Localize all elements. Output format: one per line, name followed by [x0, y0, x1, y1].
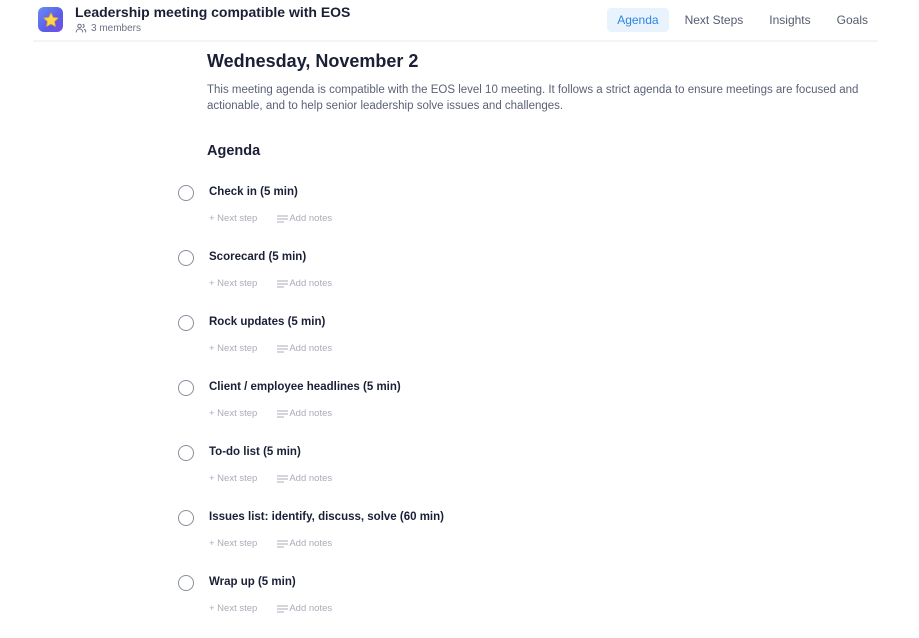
- add-next-step-button[interactable]: + Next step: [209, 538, 257, 549]
- agenda-item: Check in (5 min) + Next step Add notes: [178, 183, 778, 248]
- agenda-item-actions: + Next step Add notes: [209, 473, 332, 484]
- meeting-description: This meeting agenda is compatible with t…: [207, 84, 859, 112]
- add-notes-label: Add notes: [289, 213, 333, 224]
- agenda-item: Wrap up (5 min) + Next step Add notes: [178, 573, 778, 638]
- add-notes-button[interactable]: Add notes: [277, 538, 332, 549]
- add-notes-label: Add notes: [289, 603, 333, 614]
- agenda-item-actions: + Next step Add notes: [209, 538, 332, 549]
- agenda-item-title[interactable]: Scorecard (5 min): [209, 251, 306, 263]
- agenda-item-title[interactable]: To-do list (5 min): [209, 446, 301, 458]
- add-notes-button[interactable]: Add notes: [277, 278, 332, 289]
- tab-insights[interactable]: Insights: [759, 8, 820, 32]
- members-count[interactable]: 3 members: [75, 22, 141, 34]
- agenda-item-checkbox[interactable]: [178, 380, 194, 396]
- agenda-item-actions: + Next step Add notes: [209, 603, 332, 614]
- agenda-item-actions: + Next step Add notes: [209, 343, 332, 354]
- add-next-step-button[interactable]: + Next step: [209, 473, 257, 484]
- agenda-item: To-do list (5 min) + Next step Add notes: [178, 443, 778, 508]
- add-next-step-button[interactable]: + Next step: [209, 408, 257, 419]
- agenda-item-actions: + Next step Add notes: [209, 278, 332, 289]
- add-next-step-button[interactable]: + Next step: [209, 213, 257, 224]
- add-next-step-button[interactable]: + Next step: [209, 278, 257, 289]
- notes-lines-icon: [277, 344, 289, 353]
- agenda-item-checkbox[interactable]: [178, 315, 194, 331]
- star-icon: [43, 12, 58, 27]
- notes-lines-icon: [277, 214, 289, 223]
- agenda-item: Rock updates (5 min) + Next step Add not…: [178, 313, 778, 378]
- agenda-item-title[interactable]: Client / employee headlines (5 min): [209, 381, 401, 393]
- add-notes-label: Add notes: [289, 473, 333, 484]
- tab-goals[interactable]: Goals: [827, 8, 878, 32]
- add-notes-button[interactable]: Add notes: [277, 213, 332, 224]
- agenda-item: Client / employee headlines (5 min) + Ne…: [178, 378, 778, 443]
- tab-agenda[interactable]: Agenda: [607, 8, 669, 32]
- add-next-step-button[interactable]: + Next step: [209, 603, 257, 614]
- agenda-item-checkbox[interactable]: [178, 185, 194, 201]
- meeting-title: Leadership meeting compatible with EOS: [75, 4, 351, 20]
- add-notes-label: Add notes: [289, 343, 333, 354]
- add-notes-label: Add notes: [289, 408, 333, 419]
- tab-next-steps[interactable]: Next Steps: [675, 8, 754, 32]
- users-icon: [75, 23, 87, 33]
- agenda-heading: Agenda: [207, 143, 261, 159]
- agenda-item-checkbox[interactable]: [178, 250, 194, 266]
- agenda-list: Check in (5 min) + Next step Add notes S…: [178, 183, 778, 638]
- notes-lines-icon: [277, 604, 289, 613]
- agenda-item-title[interactable]: Check in (5 min): [209, 186, 298, 198]
- header-bar: Leadership meeting compatible with EOS 3…: [33, 0, 878, 42]
- add-notes-label: Add notes: [289, 278, 333, 289]
- agenda-item-title[interactable]: Wrap up (5 min): [209, 576, 296, 588]
- add-notes-label: Add notes: [289, 538, 333, 549]
- agenda-item: Scorecard (5 min) + Next step Add notes: [178, 248, 778, 313]
- meeting-content: Wednesday, November 2 This meeting agend…: [207, 50, 867, 114]
- agenda-item-title[interactable]: Issues list: identify, discuss, solve (6…: [209, 511, 444, 523]
- agenda-item-checkbox[interactable]: [178, 510, 194, 526]
- agenda-item-title[interactable]: Rock updates (5 min): [209, 316, 325, 328]
- tab-bar: Agenda Next Steps Insights Goals: [601, 8, 878, 32]
- agenda-item-actions: + Next step Add notes: [209, 408, 332, 419]
- add-notes-button[interactable]: Add notes: [277, 343, 332, 354]
- app-icon: [38, 7, 63, 32]
- add-notes-button[interactable]: Add notes: [277, 473, 332, 484]
- add-notes-button[interactable]: Add notes: [277, 408, 332, 419]
- agenda-item-checkbox[interactable]: [178, 575, 194, 591]
- date-heading: Wednesday, November 2: [207, 51, 419, 71]
- agenda-item-checkbox[interactable]: [178, 445, 194, 461]
- notes-lines-icon: [277, 474, 289, 483]
- notes-lines-icon: [277, 539, 289, 548]
- agenda-item-actions: + Next step Add notes: [209, 213, 332, 224]
- notes-lines-icon: [277, 409, 289, 418]
- notes-lines-icon: [277, 279, 289, 288]
- add-next-step-button[interactable]: + Next step: [209, 343, 257, 354]
- agenda-item: Issues list: identify, discuss, solve (6…: [178, 508, 778, 573]
- add-notes-button[interactable]: Add notes: [277, 603, 332, 614]
- members-label: 3 members: [91, 22, 142, 34]
